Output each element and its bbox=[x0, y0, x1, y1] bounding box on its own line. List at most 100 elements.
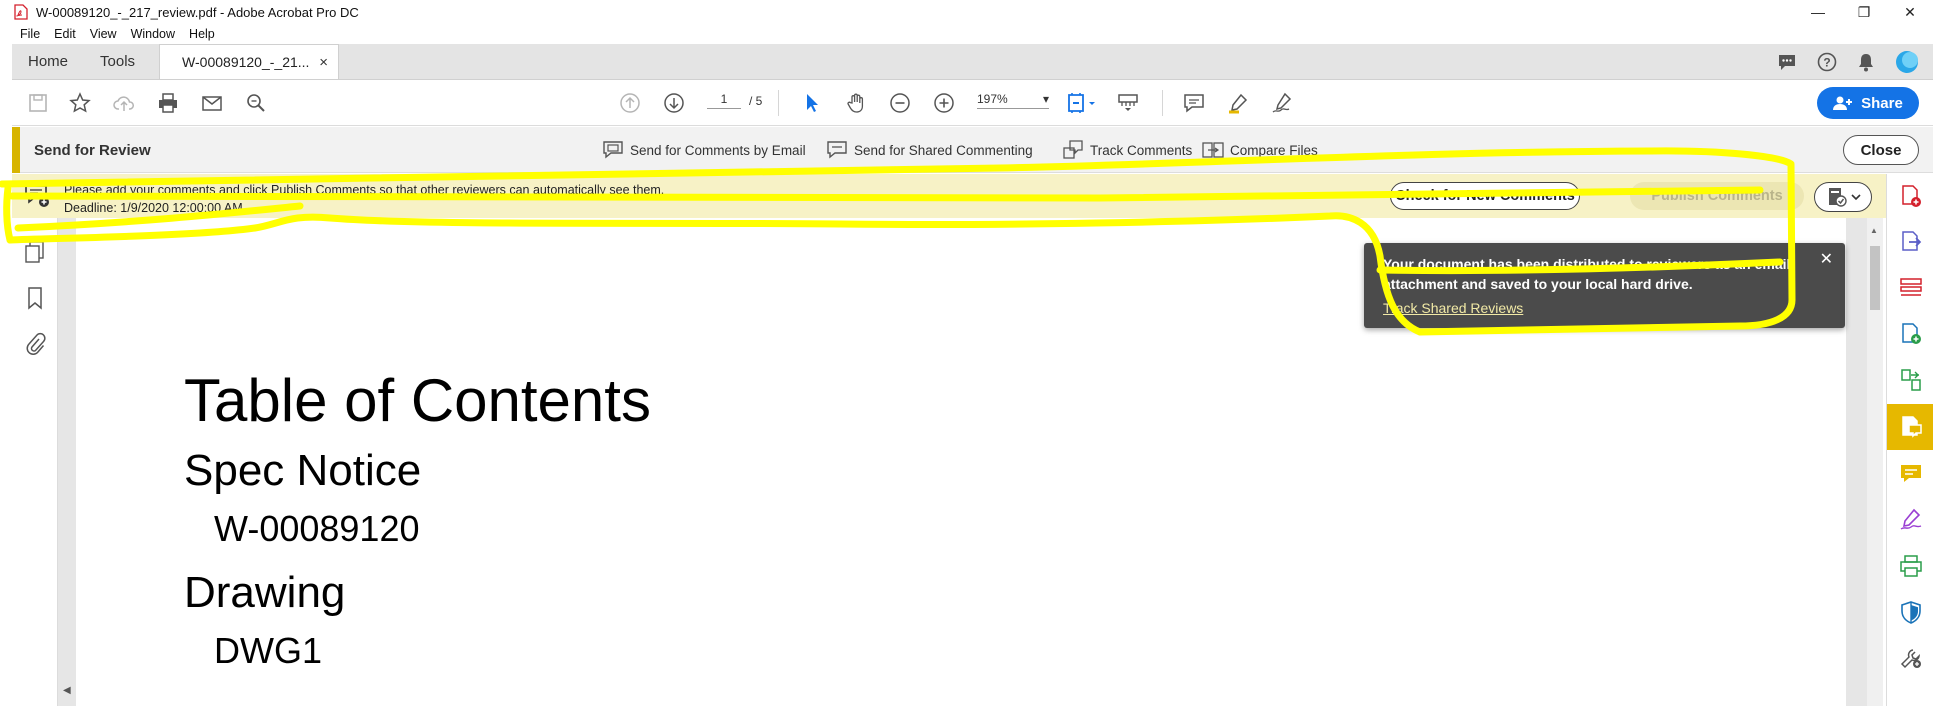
restore-button[interactable]: ❐ bbox=[1841, 0, 1887, 24]
bookmarks-icon[interactable] bbox=[24, 286, 46, 310]
hand-tool-icon[interactable] bbox=[844, 91, 868, 115]
track-comments-icon bbox=[1063, 140, 1083, 159]
menu-view[interactable]: View bbox=[90, 27, 117, 41]
user-avatar-icon[interactable] bbox=[1895, 50, 1919, 74]
print-icon[interactable] bbox=[156, 91, 180, 115]
notice-deadline: Deadline: 1/9/2020 12:00:00 AM bbox=[64, 201, 243, 215]
print-production-icon[interactable] bbox=[1899, 554, 1923, 578]
fill-sign-icon[interactable] bbox=[1270, 91, 1294, 115]
svg-text:?: ? bbox=[1823, 56, 1830, 70]
check-new-comments-button[interactable]: Check for New Comments bbox=[1390, 182, 1580, 210]
menu-window[interactable]: Window bbox=[131, 27, 175, 41]
notice-message: Please add your comments and click Publi… bbox=[64, 183, 665, 197]
send-for-review-bar: Send for Review Send for Comments by Ema… bbox=[12, 127, 1933, 173]
minimize-button[interactable]: — bbox=[1795, 0, 1841, 24]
menu-help[interactable]: Help bbox=[189, 27, 215, 41]
fit-page-icon[interactable] bbox=[1064, 91, 1100, 115]
scroll-left-arrow-icon[interactable]: ◀ bbox=[63, 685, 71, 696]
review-accent-strip bbox=[12, 127, 20, 173]
more-tools-icon[interactable] bbox=[1899, 646, 1923, 670]
protect-shield-icon[interactable] bbox=[1899, 600, 1923, 624]
zoom-level-dropdown[interactable]: 197% ▾ bbox=[977, 92, 1049, 109]
left-navigation-pane bbox=[12, 218, 58, 706]
help-icon[interactable]: ? bbox=[1817, 52, 1837, 72]
send-shared-commenting-label: Send for Shared Commenting bbox=[854, 142, 1033, 158]
upload-cloud-icon[interactable] bbox=[112, 91, 136, 115]
toc-section-spec-notice[interactable]: Spec Notice bbox=[184, 446, 421, 496]
comments-chat-icon[interactable] bbox=[1777, 53, 1797, 71]
zoom-out-icon[interactable] bbox=[888, 91, 912, 115]
menu-bar: File Edit View Window Help bbox=[0, 24, 1933, 44]
title-bar: W-00089120_-_217_review.pdf - Adobe Acro… bbox=[0, 0, 1933, 24]
highlight-pen-icon[interactable] bbox=[1226, 91, 1250, 115]
comment-icon[interactable] bbox=[1182, 91, 1206, 115]
edit-pdf-icon[interactable] bbox=[1899, 276, 1923, 300]
share-button[interactable]: Share bbox=[1817, 87, 1919, 119]
fill-and-sign-icon[interactable] bbox=[1899, 508, 1923, 532]
scrollbar-thumb[interactable] bbox=[1870, 246, 1880, 310]
next-page-icon[interactable] bbox=[662, 91, 686, 115]
email-comment-icon bbox=[603, 141, 623, 159]
add-comment-icon bbox=[25, 185, 49, 207]
publish-comments-button[interactable]: Publish Comments bbox=[1630, 182, 1804, 210]
vertical-scrollbar[interactable]: ▲ bbox=[1867, 218, 1883, 706]
toc-item-dwg1[interactable]: DWG1 bbox=[214, 630, 322, 672]
send-for-review-icon[interactable] bbox=[1899, 415, 1923, 439]
organize-pages-icon[interactable] bbox=[1899, 368, 1923, 392]
server-status-dropdown[interactable] bbox=[1814, 182, 1872, 212]
compare-files-button[interactable]: Compare Files bbox=[1202, 140, 1318, 160]
combine-files-icon[interactable] bbox=[1899, 322, 1923, 346]
add-user-icon bbox=[1833, 96, 1853, 110]
toc-section-drawing[interactable]: Drawing bbox=[184, 568, 345, 618]
attachments-paperclip-icon[interactable] bbox=[24, 332, 46, 356]
previous-page-icon[interactable] bbox=[618, 91, 642, 115]
search-zoom-icon[interactable] bbox=[244, 91, 268, 115]
server-check-icon bbox=[1828, 188, 1847, 207]
page-total: / 5 bbox=[749, 93, 763, 108]
review-title: Send for Review bbox=[34, 142, 151, 159]
share-label: Share bbox=[1861, 94, 1903, 112]
bookmark-star-icon[interactable] bbox=[68, 91, 92, 115]
menu-edit[interactable]: Edit bbox=[54, 27, 76, 41]
zoom-in-icon[interactable] bbox=[932, 91, 956, 115]
send-shared-commenting-button[interactable]: Send for Shared Commenting bbox=[826, 140, 1033, 160]
toolbar-divider bbox=[1162, 90, 1163, 116]
close-window-button[interactable]: ✕ bbox=[1887, 0, 1933, 24]
popup-message: Your document has been distributed to re… bbox=[1383, 256, 1791, 292]
compare-files-label: Compare Files bbox=[1230, 142, 1318, 158]
email-icon[interactable] bbox=[200, 91, 224, 115]
export-pdf-icon[interactable] bbox=[1899, 230, 1923, 254]
scroll-up-arrow-icon[interactable]: ▲ bbox=[1870, 226, 1878, 235]
toc-item-spec-number[interactable]: W-00089120 bbox=[214, 508, 420, 550]
right-tools-pane bbox=[1886, 174, 1933, 706]
tab-document[interactable]: W-00089120_-_21... × bbox=[159, 44, 340, 79]
track-comments-button[interactable]: Track Comments bbox=[1062, 140, 1192, 160]
select-arrow-icon[interactable] bbox=[800, 91, 824, 115]
track-shared-reviews-link[interactable]: Track Shared Reviews bbox=[1383, 300, 1523, 316]
page-number-input[interactable]: 1 bbox=[707, 92, 741, 109]
send-comments-email-label: Send for Comments by Email bbox=[630, 142, 806, 158]
chevron-down-icon: ▾ bbox=[1042, 92, 1049, 106]
save-icon[interactable] bbox=[26, 91, 50, 115]
page-thumbnails-icon[interactable] bbox=[24, 240, 46, 264]
notification-bell-icon[interactable] bbox=[1857, 52, 1875, 72]
send-comments-email-button[interactable]: Send for Comments by Email bbox=[602, 140, 806, 160]
distribution-notification-popup: Your document has been distributed to re… bbox=[1364, 243, 1845, 328]
chevron-down-icon bbox=[1850, 194, 1861, 201]
tab-document-label: W-00089120_-_21... bbox=[182, 54, 310, 70]
comment-tool-icon[interactable] bbox=[1899, 462, 1923, 486]
tab-close-icon[interactable]: × bbox=[319, 54, 328, 71]
main-toolbar: 1 / 5 197% ▾ Share bbox=[12, 80, 1933, 126]
toc-title: Table of Contents bbox=[184, 367, 651, 434]
scrolling-mode-icon[interactable] bbox=[1116, 91, 1140, 115]
track-comments-label: Track Comments bbox=[1090, 142, 1193, 158]
popup-close-icon[interactable]: ✕ bbox=[1820, 249, 1833, 269]
close-review-button[interactable]: Close bbox=[1843, 135, 1919, 165]
tab-tools[interactable]: Tools bbox=[84, 44, 151, 79]
tab-bar: Home Tools W-00089120_-_21... × ? bbox=[12, 44, 1933, 80]
toolbar-divider bbox=[778, 90, 779, 116]
tab-home[interactable]: Home bbox=[12, 44, 84, 79]
menu-file[interactable]: File bbox=[20, 27, 40, 41]
review-notice-bar: Please add your comments and click Publi… bbox=[12, 174, 1933, 218]
create-pdf-icon[interactable] bbox=[1899, 184, 1923, 208]
